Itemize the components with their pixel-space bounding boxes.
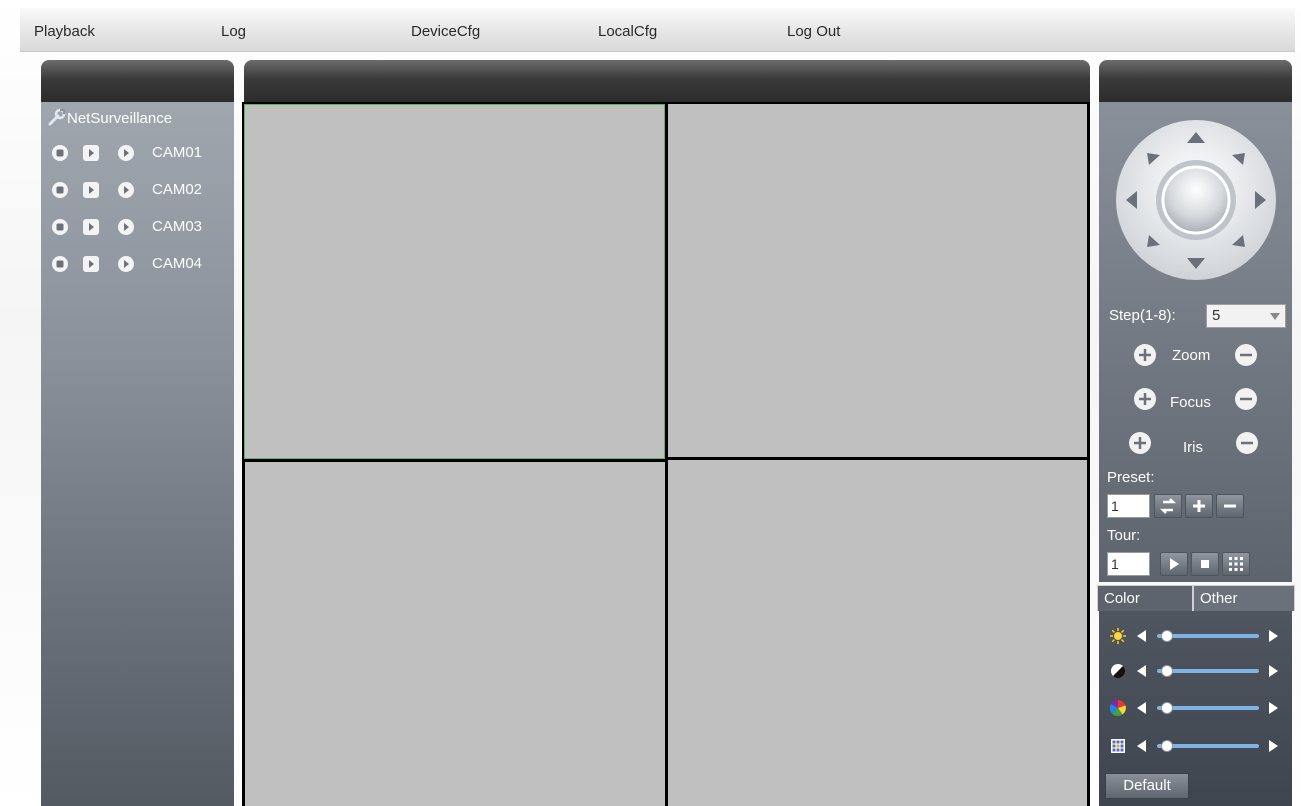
record-icon[interactable] bbox=[82, 181, 100, 199]
top-menu-bar: Playback Log DeviceCfg LocalCfg Log Out bbox=[20, 8, 1295, 52]
contrast-slider[interactable] bbox=[1157, 665, 1259, 677]
camera-row-cam01: CAM01 bbox=[49, 142, 229, 164]
brightness-icon bbox=[1109, 627, 1127, 645]
hue-icon bbox=[1109, 737, 1127, 755]
preset-goto-button[interactable] bbox=[1154, 494, 1182, 518]
saturation-slider[interactable] bbox=[1157, 702, 1259, 714]
wrench-icon bbox=[47, 107, 67, 127]
record-icon[interactable] bbox=[82, 144, 100, 162]
tab-other[interactable]: Other bbox=[1193, 585, 1295, 611]
brightness-decrease-button[interactable] bbox=[1137, 630, 1146, 642]
stop-icon[interactable] bbox=[51, 144, 69, 162]
record-icon[interactable] bbox=[82, 218, 100, 236]
camera-label[interactable]: CAM02 bbox=[152, 179, 202, 201]
play-icon[interactable] bbox=[117, 255, 135, 273]
video-cell-3[interactable] bbox=[245, 462, 665, 806]
focus-label: Focus bbox=[1170, 394, 1211, 411]
default-button[interactable]: Default bbox=[1105, 773, 1189, 799]
tree-root[interactable]: NetSurveillance bbox=[47, 107, 172, 129]
device-tree-panel: NetSurveillance CAM01 CAM02 CAM03 CAM04 bbox=[41, 102, 234, 806]
device-panel-header bbox=[41, 60, 234, 102]
stop-icon[interactable] bbox=[51, 255, 69, 273]
brightness-slider[interactable] bbox=[1157, 630, 1259, 642]
ptz-direction-pad bbox=[1113, 116, 1279, 286]
video-grid bbox=[242, 102, 1090, 806]
play-icon bbox=[1170, 558, 1179, 570]
camera-label[interactable]: CAM01 bbox=[152, 142, 202, 164]
minus-icon bbox=[1224, 504, 1236, 508]
preset-delete-button[interactable] bbox=[1216, 494, 1244, 518]
zoom-out-button[interactable] bbox=[1234, 343, 1258, 367]
stop-icon[interactable] bbox=[51, 218, 69, 236]
plus-icon bbox=[1193, 500, 1205, 512]
saturation-slider-knob[interactable] bbox=[1161, 702, 1173, 714]
camera-row-cam04: CAM04 bbox=[49, 253, 229, 275]
menu-logout[interactable]: Log Out bbox=[787, 21, 840, 43]
ptz-panel: Step(1-8): 5 Zoom Focus Iris Preset: 1 T… bbox=[1099, 102, 1292, 582]
tree-root-label: NetSurveillance bbox=[67, 110, 173, 127]
tour-label: Tour: bbox=[1107, 527, 1141, 544]
step-value: 5 bbox=[1212, 307, 1221, 324]
tour-start-button[interactable] bbox=[1160, 552, 1188, 576]
preset-add-button[interactable] bbox=[1185, 494, 1213, 518]
play-icon[interactable] bbox=[117, 144, 135, 162]
camera-row-cam02: CAM02 bbox=[49, 179, 229, 201]
zoom-in-button[interactable] bbox=[1133, 343, 1157, 367]
video-cell-4[interactable] bbox=[668, 460, 1087, 806]
iris-label: Iris bbox=[1183, 439, 1203, 456]
hue-increase-button[interactable] bbox=[1269, 740, 1278, 752]
menu-playback[interactable]: Playback bbox=[34, 21, 95, 43]
video-cell-2[interactable] bbox=[668, 104, 1087, 457]
preset-input[interactable]: 1 bbox=[1107, 494, 1150, 518]
contrast-increase-button[interactable] bbox=[1269, 665, 1278, 677]
camera-row-cam03: CAM03 bbox=[49, 216, 229, 238]
video-panel-header bbox=[244, 60, 1090, 102]
focus-far-button[interactable] bbox=[1234, 387, 1258, 411]
saturation-increase-button[interactable] bbox=[1269, 702, 1278, 714]
hue-slider[interactable] bbox=[1157, 740, 1259, 752]
tab-color[interactable]: Color bbox=[1097, 585, 1193, 611]
contrast-slider-knob[interactable] bbox=[1161, 665, 1173, 677]
ptz-panel-header bbox=[1099, 60, 1292, 102]
saturation-decrease-button[interactable] bbox=[1137, 702, 1146, 714]
brightness-increase-button[interactable] bbox=[1269, 630, 1278, 642]
step-select[interactable]: 5 bbox=[1206, 304, 1286, 328]
camera-label[interactable]: CAM03 bbox=[152, 216, 202, 238]
camera-label[interactable]: CAM04 bbox=[152, 253, 202, 275]
tour-stop-button[interactable] bbox=[1191, 552, 1219, 576]
zoom-label: Zoom bbox=[1172, 347, 1211, 364]
contrast-decrease-button[interactable] bbox=[1137, 665, 1146, 677]
record-icon[interactable] bbox=[82, 255, 100, 273]
focus-near-button[interactable] bbox=[1133, 387, 1157, 411]
saturation-slider-row bbox=[1107, 697, 1287, 719]
image-settings-tabs: Color Other bbox=[1097, 585, 1295, 611]
menu-log[interactable]: Log bbox=[221, 21, 246, 43]
iris-open-button[interactable] bbox=[1128, 431, 1152, 455]
video-cell-1-selected[interactable] bbox=[244, 104, 665, 459]
swap-arrows-icon bbox=[1159, 498, 1177, 514]
iris-close-button[interactable] bbox=[1235, 431, 1259, 455]
brightness-slider-row bbox=[1107, 625, 1287, 647]
hue-slider-row bbox=[1107, 735, 1287, 757]
menu-devicecfg[interactable]: DeviceCfg bbox=[411, 21, 480, 43]
chevron-down-icon bbox=[1270, 313, 1280, 320]
contrast-icon bbox=[1109, 662, 1127, 680]
stop-icon bbox=[1201, 560, 1209, 568]
contrast-slider-row bbox=[1107, 660, 1287, 682]
ptz-center-button[interactable] bbox=[1161, 165, 1231, 235]
brightness-slider-knob[interactable] bbox=[1161, 630, 1173, 642]
menu-localcfg[interactable]: LocalCfg bbox=[598, 21, 657, 43]
saturation-icon bbox=[1109, 699, 1127, 717]
hue-decrease-button[interactable] bbox=[1137, 740, 1146, 752]
tour-setup-button[interactable] bbox=[1222, 552, 1250, 576]
grid-icon bbox=[1229, 557, 1243, 571]
step-label: Step(1-8): bbox=[1109, 307, 1176, 324]
tour-input[interactable]: 1 bbox=[1107, 552, 1150, 576]
stop-icon[interactable] bbox=[51, 181, 69, 199]
hue-slider-knob[interactable] bbox=[1161, 740, 1173, 752]
play-icon[interactable] bbox=[117, 218, 135, 236]
preset-label: Preset: bbox=[1107, 469, 1155, 486]
play-icon[interactable] bbox=[117, 181, 135, 199]
